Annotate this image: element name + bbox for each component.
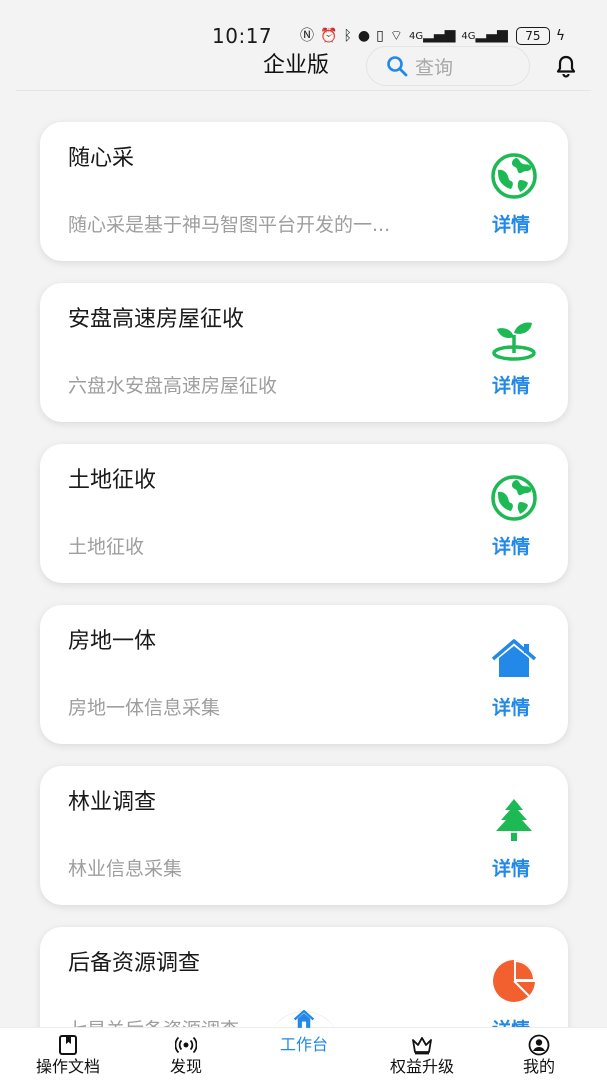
project-description: 随心采是基于神马智图平台开发的一... [68, 214, 391, 236]
project-card[interactable]: 房地一体 房地一体信息采集 详情 [40, 605, 568, 744]
project-description: 林业信息采集 [68, 858, 183, 880]
search-icon [387, 56, 408, 77]
project-title: 林业调查 [68, 790, 157, 815]
project-title: 随心采 [68, 146, 135, 171]
app-header: 企业版 查询 [0, 46, 607, 90]
location-icon: ● [357, 28, 371, 44]
project-description: 土地征收 [68, 536, 145, 558]
tab-discover[interactable]: 发现 [154, 1028, 218, 1080]
charging-icon: ϟ [555, 28, 566, 44]
status-time: 10:17 [212, 24, 273, 48]
tree-icon [496, 799, 532, 841]
globe-icon [491, 153, 537, 199]
book-icon [59, 1035, 77, 1055]
project-card[interactable]: 安盘高速房屋征收 六盘水安盘高速房屋征收 详情 [40, 283, 568, 422]
detail-link[interactable]: 详情 [492, 373, 530, 399]
broadcast-icon [175, 1036, 197, 1054]
tab-label: 发现 [169, 1057, 202, 1076]
detail-link[interactable]: 详情 [492, 212, 530, 238]
project-title: 土地征收 [68, 468, 157, 493]
battery-level: 75 [525, 28, 541, 43]
signal-2-icon: 4G▂▄▆ [461, 27, 508, 43]
bluetooth-icon: ᛒ [343, 28, 352, 44]
project-description: 六盘水安盘高速房屋征收 [68, 375, 278, 397]
detail-link[interactable]: 详情 [492, 534, 530, 560]
network-type-2: 4G [461, 31, 476, 42]
project-card[interactable]: 土地征收 土地征收 详情 [40, 444, 568, 583]
tab-label: 我的 [522, 1057, 555, 1076]
bottom-tab-bar: 操作文档 发现 工作台 权益升级 我的 [0, 1009, 607, 1080]
header-divider [16, 90, 591, 91]
globe-icon [491, 475, 537, 521]
pie-chart-icon [493, 960, 535, 1002]
project-title: 房地一体 [68, 629, 157, 654]
detail-link[interactable]: 详情 [492, 695, 530, 721]
nfc-icon: Ⓝ [300, 28, 314, 44]
tab-profile[interactable]: 我的 [511, 1028, 567, 1080]
status-icons: Ⓝ ⏰ ᛒ ● ▯ ⌔ 4G▂▄▆ 4G▂▄▆ 75 ϟ [300, 26, 565, 46]
tab-upgrade[interactable]: 权益升级 [378, 1028, 466, 1080]
vibrate-icon: ▯ [376, 28, 384, 44]
wifi-icon: ⌔ [389, 28, 403, 44]
page-title: 企业版 [263, 53, 330, 78]
detail-link[interactable]: 详情 [492, 856, 530, 882]
alarm-icon: ⏰ [320, 28, 338, 44]
user-icon [528, 1034, 550, 1056]
tab-label: 操作文档 [35, 1057, 100, 1076]
project-card[interactable]: 随心采 随心采是基于神马智图平台开发的一... 详情 [40, 122, 568, 261]
project-card[interactable]: 林业调查 林业信息采集 详情 [40, 766, 568, 905]
battery-icon: 75 [515, 27, 550, 45]
bell-icon[interactable] [554, 54, 578, 78]
sprout-icon [492, 322, 536, 361]
home-icon [293, 1009, 315, 1028]
project-description: 房地一体信息采集 [68, 697, 221, 719]
tab-docs[interactable]: 操作文档 [22, 1028, 114, 1080]
project-title: 后备资源调查 [68, 951, 201, 976]
crown-icon [412, 1037, 432, 1055]
project-title: 安盘高速房屋征收 [68, 307, 245, 332]
search-placeholder: 查询 [415, 56, 454, 79]
tab-label: 工作台 [279, 1035, 328, 1054]
house-icon [491, 639, 537, 677]
tab-label: 权益升级 [389, 1057, 454, 1076]
tab-workbench[interactable]: 工作台 [267, 1002, 341, 1055]
network-type-1: 4G [408, 31, 424, 42]
status-bar: 10:17 Ⓝ ⏰ ᛒ ● ▯ ⌔ 4G▂▄▆ 4G▂▄▆ 75 ϟ [0, 0, 607, 48]
search-input[interactable]: 查询 [366, 46, 530, 86]
signal-1-icon: 4G▂▄▆ [408, 27, 456, 43]
